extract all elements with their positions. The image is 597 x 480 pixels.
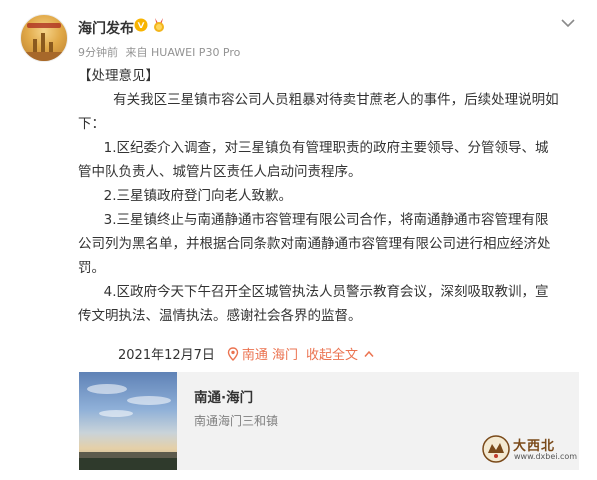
collapse-link[interactable]: 收起全文	[306, 344, 358, 363]
avatar-banner	[27, 23, 61, 28]
post-meta: 9分钟前 来自 HUAWEI P30 Pro	[78, 44, 244, 60]
location-card-title: 南通·海门	[194, 390, 254, 406]
post-title: 【处理意见】	[78, 68, 159, 84]
post-content: 【处理意见】 有关我区三星镇市容公司人员粗暴对待卖甘蔗老人的事件，后续处理说明如…	[78, 64, 578, 328]
chevron-down-icon[interactable]	[560, 17, 576, 29]
post-footer: 2021年12月7日 南通 海门 收起全文	[118, 344, 374, 363]
thumbnail-cloud	[87, 384, 127, 394]
post-date: 2021年12月7日	[118, 348, 215, 363]
thumbnail-land	[79, 458, 177, 470]
location-link[interactable]: 南通 海门	[242, 344, 298, 363]
author-name[interactable]: 海门发布	[78, 18, 134, 38]
watermark-url: www.dxbei.com	[514, 452, 578, 461]
item-line: 传文明执法、温情执法。感谢社会各界的监督。	[78, 308, 362, 324]
avatar[interactable]	[20, 14, 68, 62]
thumbnail-cloud	[99, 410, 133, 417]
location-pin-icon[interactable]	[227, 346, 239, 361]
location-card-subtitle: 南通海门三和镇	[194, 414, 279, 428]
site-watermark: 大西北 www.dxbei.com	[481, 434, 577, 464]
avatar-building	[41, 33, 45, 53]
intro-line: 下：	[78, 116, 105, 132]
post-source: 来自 HUAWEI P30 Pro	[125, 46, 241, 59]
item-line: 1.区纪委介入调查，对三星镇负有管理职责的政府主要领导、分管领导、城	[103, 140, 549, 156]
item-line: 罚。	[78, 260, 105, 276]
location-card[interactable]: 南通·海门 南通海门三和镇 大西北 www.dxbei.com	[79, 372, 579, 470]
location-thumbnail	[79, 372, 177, 470]
item-line: 公司列为黑名单，并根据合同条款对南通静通市容管理有限公司进行相应经济处	[78, 236, 551, 252]
post-header: 海门发布 9分钟前 来自 HUAWEI P30 Pro	[20, 14, 580, 64]
intro-line: 有关我区三星镇市容公司人员粗暴对待卖甘蔗老人的事件，后续处理说明如	[113, 92, 559, 108]
avatar-building	[33, 39, 37, 53]
medal-badge-icon[interactable]	[151, 17, 167, 33]
watermark-logo-icon	[482, 435, 510, 463]
avatar-ground	[21, 52, 67, 61]
post-time[interactable]: 9分钟前	[78, 46, 118, 59]
item-line: 4.区政府今天下午召开全区城管执法人员警示教育会议，深刻吸取教训，宣	[103, 284, 549, 300]
item-line: 管中队负责人、城管片区责任人启动问责程序。	[78, 164, 362, 180]
item-line: 3.三星镇终止与南通静通市容管理有限公司合作，将南通静通市容管理有限	[103, 212, 549, 228]
verified-v-icon[interactable]	[134, 18, 148, 32]
thumbnail-cloud	[127, 396, 171, 405]
chevron-up-icon[interactable]	[364, 350, 374, 358]
item-line: 2.三星镇政府登门向老人致歉。	[103, 188, 293, 204]
